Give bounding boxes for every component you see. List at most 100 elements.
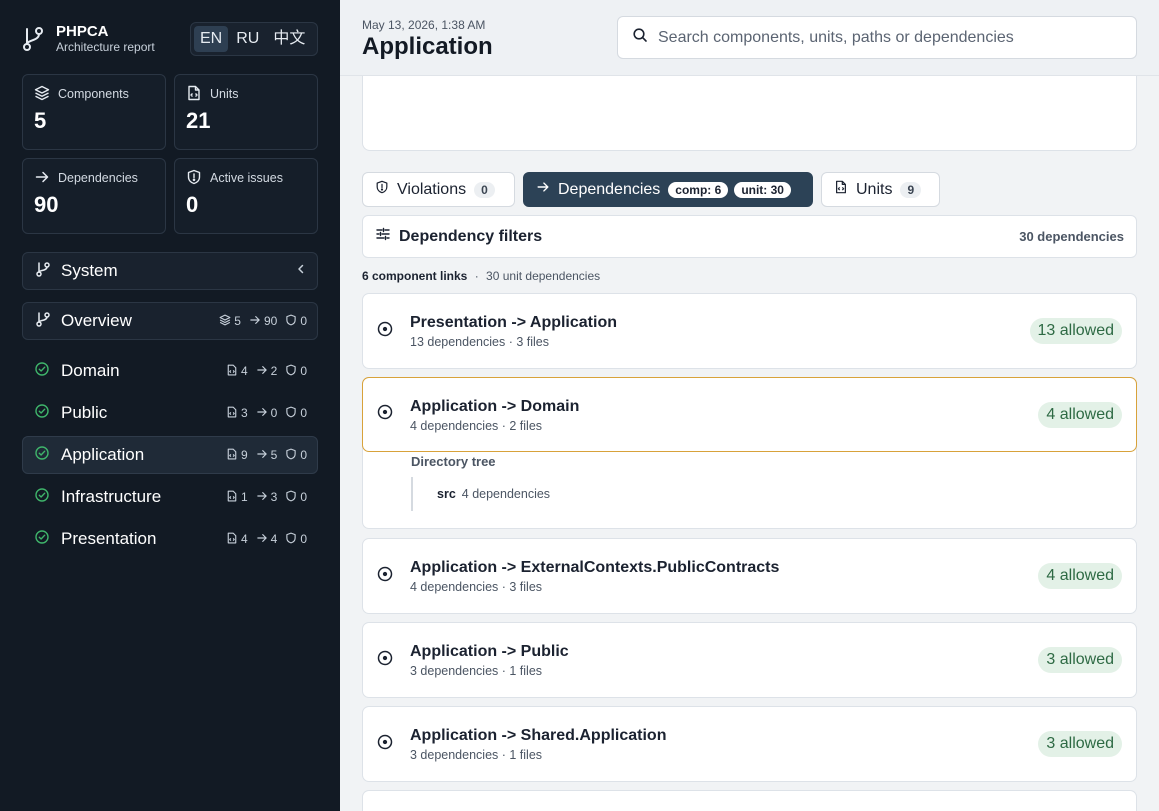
directory-name: src [437, 487, 456, 501]
component-item-application[interactable]: Application 9 5 0 [22, 436, 318, 474]
dependency-item-expanded[interactable]: Application -> Domain 4 dependencies · 2… [362, 377, 1137, 529]
chevron-left-icon[interactable] [295, 262, 307, 280]
stat-units-label: Units [210, 87, 239, 101]
lang-ru-button[interactable]: RU [230, 26, 265, 52]
file-code-icon [186, 85, 202, 104]
component-meta: 1 3 0 [226, 490, 307, 505]
dependency-details: 4 dependencies · 2 files [410, 418, 543, 433]
dependency-item[interactable]: Presentation -> Application 13 dependenc… [362, 293, 1137, 369]
dependency-item[interactable]: Application -> ExternalContexts.PublicCo… [362, 538, 1137, 614]
component-deps-count: 5 [270, 448, 278, 462]
component-issues-count: 0 [300, 448, 307, 462]
check-circle-icon [35, 487, 49, 507]
report-date: May 13, 2026, 1:38 AM [362, 18, 486, 32]
tab-violations[interactable]: Violations 0 [362, 172, 515, 207]
component-issues-count: 0 [300, 406, 307, 420]
lang-zh-button[interactable]: 中文 [267, 26, 311, 52]
overview-meta: 5 90 0 [219, 314, 307, 329]
overview-issues-count: 0 [300, 314, 307, 328]
search-box[interactable] [617, 16, 1137, 59]
lang-en-button[interactable]: EN [194, 26, 229, 52]
shield-icon [285, 364, 297, 379]
allowed-badge: 4 allowed [1038, 563, 1122, 589]
component-deps-count: 2 [270, 364, 278, 378]
dependency-name: Application -> Shared.Application [410, 727, 667, 744]
dependency-item[interactable]: Application -> Public 3 dependencies · 1… [362, 622, 1137, 698]
branch-icon [35, 311, 51, 332]
tab-dependencies[interactable]: Dependencies comp: 6 unit: 30 [523, 172, 813, 207]
file-code-icon [226, 532, 238, 547]
dependency-details: 4 dependencies · 3 files [410, 580, 543, 594]
component-deps-count: 4 [270, 532, 278, 546]
search-icon [632, 27, 648, 48]
layers-icon [219, 314, 231, 329]
check-circle-icon [35, 529, 49, 549]
dot-circle-icon [377, 566, 393, 587]
shield-icon [285, 314, 297, 329]
arrow-right-icon [256, 448, 268, 463]
component-meta: 9 5 0 [226, 448, 307, 463]
component-issues-count: 0 [300, 532, 307, 546]
search-input[interactable] [658, 28, 1122, 47]
overview-item[interactable]: Overview 5 90 0 [22, 302, 318, 340]
component-units-count: 4 [240, 532, 248, 546]
summary-component-links: 6 component links [362, 269, 468, 283]
overview-card [362, 76, 1137, 151]
dependency-name: Presentation -> Application [410, 314, 617, 331]
stat-components: Components 5 [22, 74, 166, 150]
shield-icon [186, 169, 202, 188]
brand[interactable]: PHPCA Architecture report [22, 22, 155, 56]
dependency-name: Application -> ExternalContexts.PublicCo… [410, 559, 780, 576]
component-units-count: 4 [240, 364, 248, 378]
tab-violations-label: Violations [397, 180, 467, 198]
component-item-infrastructure[interactable]: Infrastructure 1 3 0 [22, 478, 318, 516]
branch-icon [22, 22, 46, 56]
arrow-right-icon [536, 180, 550, 199]
dot-circle-icon [377, 650, 393, 671]
stat-issues-label: Active issues [210, 171, 283, 185]
component-item-presentation[interactable]: Presentation 4 4 0 [22, 520, 318, 558]
dot-circle-icon [377, 734, 393, 755]
component-name: Application [61, 445, 145, 464]
component-item-public[interactable]: Public 3 0 0 [22, 394, 318, 432]
shield-icon [375, 180, 389, 199]
dependency-item[interactable]: Application -> Shared.Application 3 depe… [362, 706, 1137, 782]
component-name: Presentation [61, 529, 157, 548]
dependency-summary: 6 component links · 30 unit dependencies [362, 269, 600, 283]
system-toggle[interactable]: System [22, 252, 318, 290]
overview-dependencies-count: 90 [263, 314, 278, 328]
stat-units-value: 21 [186, 108, 211, 133]
check-circle-icon [35, 445, 49, 465]
tab-units[interactable]: Units 9 [821, 172, 940, 207]
brand-name: PHPCA [56, 23, 109, 40]
tab-violations-count: 0 [474, 181, 495, 198]
dependency-details: 3 dependencies · 1 files [410, 748, 543, 762]
allowed-badge: 4 allowed [1038, 401, 1122, 428]
stat-dependencies: Dependencies 90 [22, 158, 166, 234]
shield-icon [285, 490, 297, 505]
component-units-count: 1 [240, 490, 248, 504]
component-deps-count: 3 [270, 490, 278, 504]
sidebar: PHPCA Architecture report EN RU 中文 Compo… [0, 0, 340, 811]
component-name: Public [61, 403, 108, 422]
arrow-right-icon [256, 406, 268, 421]
summary-separator: · [474, 269, 479, 283]
component-deps-count: 0 [270, 406, 278, 420]
tab-dependencies-label: Dependencies [558, 180, 661, 198]
component-meta: 4 4 0 [226, 532, 307, 547]
component-item-domain[interactable]: Domain 4 2 0 [22, 352, 318, 390]
directory-tree-node[interactable]: src 4 dependencies [411, 477, 550, 511]
dependency-filters-title: Dependency filters [399, 227, 543, 245]
language-switcher: EN RU 中文 [190, 22, 318, 56]
shield-icon [285, 532, 297, 547]
stat-components-value: 5 [34, 108, 47, 133]
dependency-filters[interactable]: Dependency filters 30 dependencies [362, 215, 1137, 258]
brand-subtitle: Architecture report [56, 40, 155, 54]
component-meta: 4 2 0 [226, 364, 307, 379]
dependency-name: Application -> Public [410, 643, 569, 660]
arrow-right-icon [256, 364, 268, 379]
dependency-item-partial[interactable] [362, 790, 1137, 811]
allowed-badge: 3 allowed [1038, 647, 1122, 673]
sliders-icon [375, 226, 391, 247]
stat-issues: Active issues 0 [174, 158, 318, 234]
